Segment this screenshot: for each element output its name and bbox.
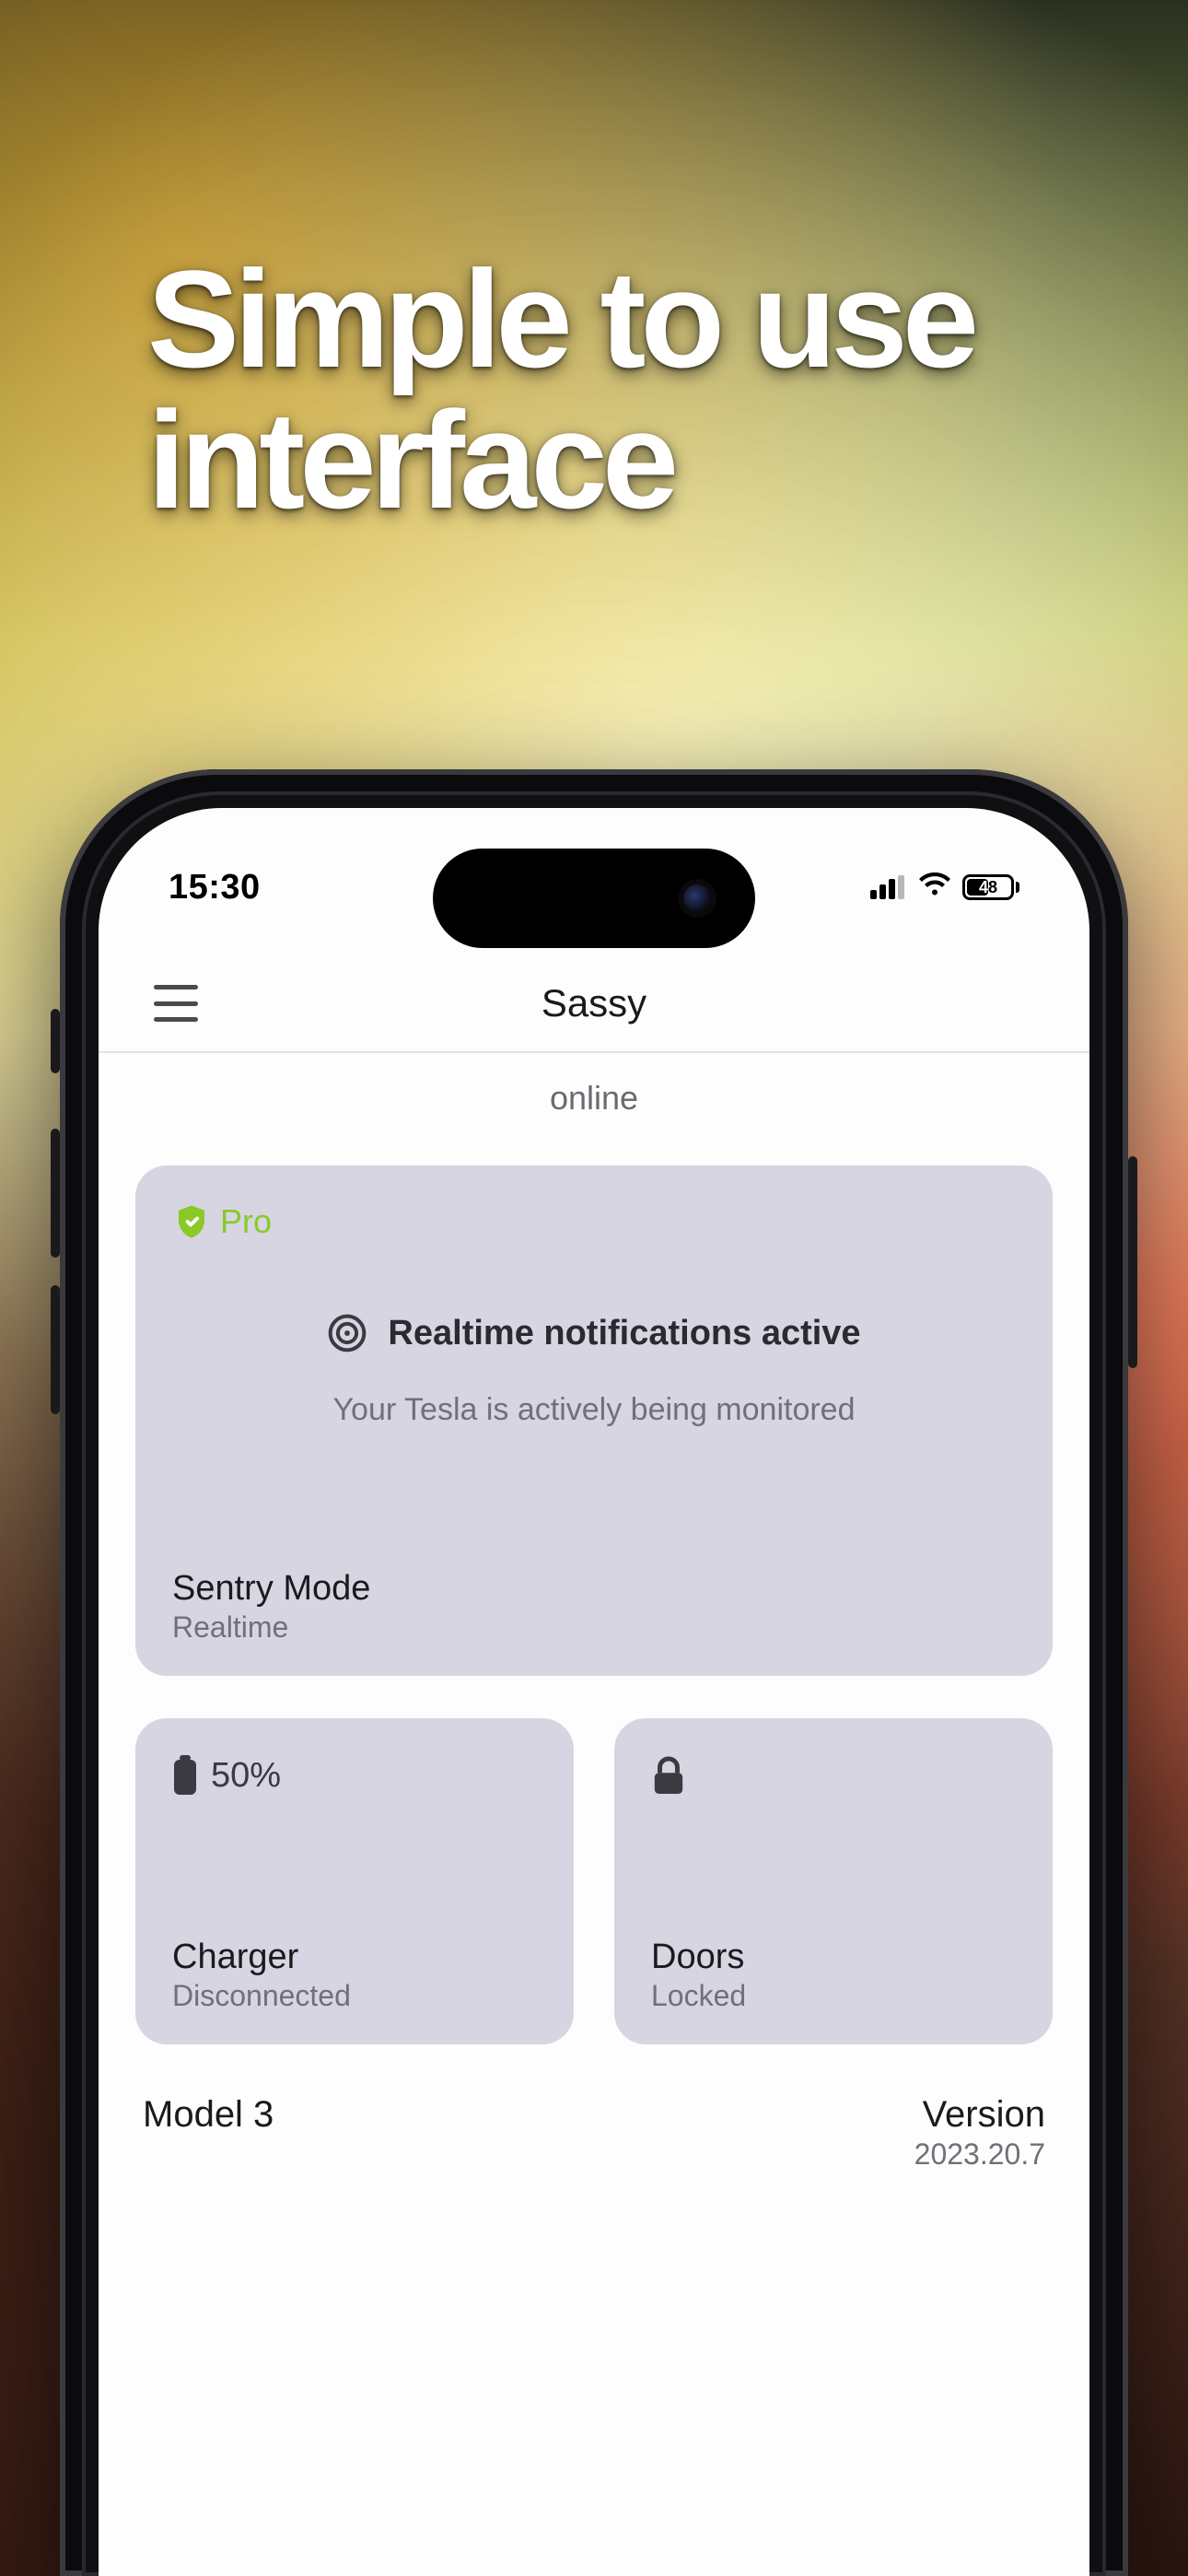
phone-side-button <box>51 1129 60 1258</box>
target-icon <box>327 1313 367 1353</box>
doors-card[interactable]: Doors Locked <box>614 1718 1053 2044</box>
sentry-subline: Your Tesla is actively being monitored <box>135 1392 1053 1428</box>
vehicle-info-row: Model 3 Version 2023.20.7 <box>135 2094 1053 2172</box>
lock-icon <box>651 1755 686 1797</box>
version-label: Version <box>914 2094 1045 2136</box>
doors-card-title: Doors <box>651 1938 746 1977</box>
phone-frame: 15:30 48 Sassy <box>60 769 1128 2576</box>
status-bar: 15:30 48 <box>99 860 1089 915</box>
phone-side-button <box>1128 1156 1137 1368</box>
version-value: 2023.20.7 <box>914 2137 1045 2172</box>
cellular-signal-icon <box>870 875 907 899</box>
sentry-mode-card[interactable]: Pro Realtime notifications active <box>135 1165 1053 1676</box>
pro-label: Pro <box>220 1202 272 1241</box>
charger-card-subtitle: Disconnected <box>172 1979 351 2013</box>
sentry-card-title: Sentry Mode <box>172 1569 370 1609</box>
shield-check-icon <box>172 1202 211 1241</box>
nav-bar: Sassy <box>99 955 1089 1051</box>
sentry-card-subtitle: Realtime <box>172 1610 370 1645</box>
vehicle-model: Model 3 <box>143 2094 274 2172</box>
vehicle-status-text: online <box>135 1079 1053 1118</box>
charger-card[interactable]: 50% Charger Disconnected <box>135 1718 574 2044</box>
phone-side-button <box>51 1285 60 1414</box>
battery-indicator: 48 <box>962 874 1019 900</box>
battery-percent: 50% <box>211 1756 281 1796</box>
app-title: Sassy <box>542 981 646 1025</box>
charger-card-title: Charger <box>172 1938 351 1977</box>
hamburger-menu-icon[interactable] <box>154 985 198 1022</box>
doors-card-subtitle: Locked <box>651 1979 746 2013</box>
phone-side-button <box>51 1009 60 1073</box>
wifi-icon <box>918 872 951 903</box>
divider <box>99 1051 1089 1053</box>
status-time: 15:30 <box>169 868 261 907</box>
battery-icon <box>172 1755 198 1796</box>
app-screen: 15:30 48 Sassy <box>99 808 1089 2576</box>
sentry-headline: Realtime notifications active <box>388 1314 860 1353</box>
pro-badge: Pro <box>172 1202 1016 1241</box>
marketing-headline: Simple to use interface <box>147 249 973 531</box>
